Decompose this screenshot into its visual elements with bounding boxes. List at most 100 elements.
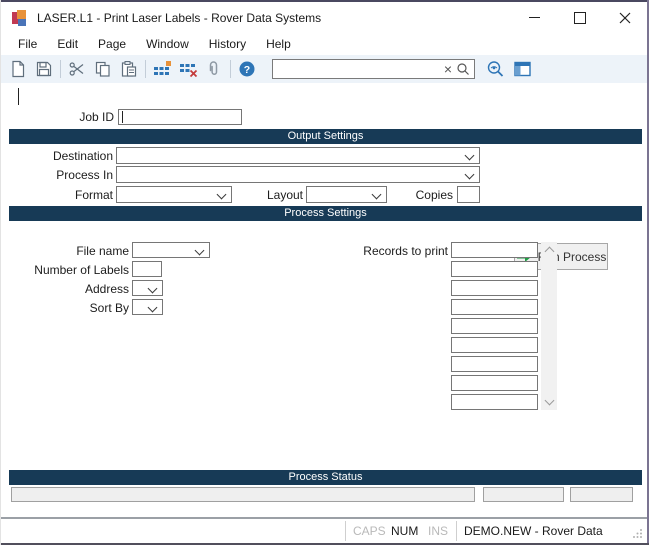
text-caret (18, 88, 19, 105)
toolbar-separator (145, 60, 146, 78)
chevron-down-icon (217, 190, 227, 200)
app-icon (12, 10, 28, 26)
menu-file[interactable]: File (8, 34, 47, 54)
menu-page[interactable]: Page (88, 34, 136, 54)
record-to-print-input[interactable] (451, 242, 538, 258)
menu-window[interactable]: Window (136, 34, 199, 54)
process-in-select[interactable] (116, 166, 480, 183)
sort-by-label: Sort By (1, 301, 129, 316)
record-to-print-input[interactable] (451, 261, 538, 277)
toolbar: ? × (1, 55, 647, 83)
status-separator (456, 521, 457, 541)
zoom-preview-button[interactable] (483, 57, 509, 81)
resize-grip-icon[interactable] (632, 528, 643, 539)
maximize-icon (574, 12, 586, 24)
maximize-button[interactable] (557, 2, 602, 33)
process-status-field (483, 487, 564, 502)
chevron-down-icon (148, 303, 158, 313)
status-separator (345, 521, 346, 541)
job-id-input[interactable] (118, 109, 242, 125)
copies-input[interactable] (457, 186, 480, 203)
scroll-down-icon[interactable] (545, 396, 555, 406)
attachment-icon (205, 60, 223, 78)
number-of-labels-input[interactable] (132, 261, 162, 277)
status-bar: CAPS NUM INS DEMO.NEW - Rover Data Syste… (1, 519, 647, 543)
delete-rows-icon (179, 60, 198, 78)
insert-mode-indicator: INS (428, 519, 448, 543)
chevron-down-icon (465, 151, 475, 161)
record-to-print-input[interactable] (451, 394, 538, 410)
clear-search-icon[interactable]: × (440, 62, 456, 76)
paste-button[interactable] (116, 57, 142, 81)
scroll-up-icon[interactable] (545, 247, 555, 257)
toolbar-separator (230, 60, 231, 78)
delete-rows-button[interactable] (175, 57, 201, 81)
layout-view-button[interactable] (509, 57, 535, 81)
search-icon[interactable] (456, 62, 474, 76)
cut-button[interactable] (64, 57, 90, 81)
record-to-print-input[interactable] (451, 375, 538, 391)
chevron-down-icon (372, 190, 382, 200)
help-button[interactable]: ? (234, 57, 260, 81)
num-lock-indicator: NUM (391, 519, 418, 543)
main-content: Job ID Output Settings Destination Proce… (1, 83, 647, 517)
record-to-print-input[interactable] (451, 280, 538, 296)
search-input[interactable] (273, 60, 440, 78)
zoom-preview-icon (486, 60, 506, 79)
process-settings-banner: Process Settings (9, 206, 642, 221)
save-button[interactable] (31, 57, 57, 81)
app-window: LASER.L1 - Print Laser Labels - Rover Da… (0, 0, 649, 545)
records-to-print-label: Records to print (358, 244, 448, 259)
new-document-icon (9, 60, 27, 78)
process-status-field (570, 487, 633, 502)
attachment-button[interactable] (201, 57, 227, 81)
copy-icon (94, 60, 112, 78)
save-icon (35, 60, 53, 78)
copies-label: Copies (393, 188, 453, 203)
address-select[interactable] (132, 280, 163, 296)
format-select[interactable] (116, 186, 232, 203)
search-box[interactable]: × (272, 59, 475, 79)
layout-view-icon (513, 60, 532, 78)
caps-lock-indicator: CAPS (353, 519, 386, 543)
title-bar[interactable]: LASER.L1 - Print Laser Labels - Rover Da… (1, 2, 647, 33)
address-label: Address (1, 282, 129, 297)
menu-help[interactable]: Help (256, 34, 301, 54)
menu-history[interactable]: History (199, 34, 256, 54)
toolbar-separator (60, 60, 61, 78)
cut-icon (68, 60, 86, 78)
format-label: Format (1, 188, 113, 203)
chevron-down-icon (465, 170, 475, 180)
output-settings-banner: Output Settings (9, 129, 642, 144)
sort-by-select[interactable] (132, 299, 163, 315)
close-button[interactable] (602, 2, 647, 33)
file-name-select[interactable] (132, 242, 210, 258)
copy-button[interactable] (90, 57, 116, 81)
layout-label: Layout (241, 188, 303, 203)
record-to-print-input[interactable] (451, 318, 538, 334)
insert-rows-button[interactable] (149, 57, 175, 81)
minimize-button[interactable] (512, 2, 557, 33)
session-name: DEMO.NEW - Rover Data Systems (464, 519, 647, 543)
process-status-banner: Process Status (9, 470, 642, 485)
layout-select[interactable] (306, 186, 387, 203)
job-id-label: Job ID (1, 110, 114, 125)
close-icon (619, 12, 631, 24)
insert-rows-icon (153, 60, 172, 78)
minimize-icon (529, 17, 540, 18)
chevron-down-icon (195, 246, 205, 256)
svg-text:?: ? (244, 64, 250, 76)
process-status-field (11, 487, 475, 502)
new-document-button[interactable] (5, 57, 31, 81)
record-to-print-input[interactable] (451, 299, 538, 315)
destination-label: Destination (1, 149, 113, 164)
records-scrollbar[interactable] (541, 242, 557, 410)
menu-edit[interactable]: Edit (47, 34, 88, 54)
window-border-left (0, 0, 1, 545)
record-to-print-input[interactable] (451, 356, 538, 372)
chevron-down-icon (148, 284, 158, 294)
record-to-print-input[interactable] (451, 337, 538, 353)
destination-select[interactable] (116, 147, 480, 164)
process-in-label: Process In (1, 168, 113, 183)
number-of-labels-label: Number of Labels (1, 263, 129, 278)
